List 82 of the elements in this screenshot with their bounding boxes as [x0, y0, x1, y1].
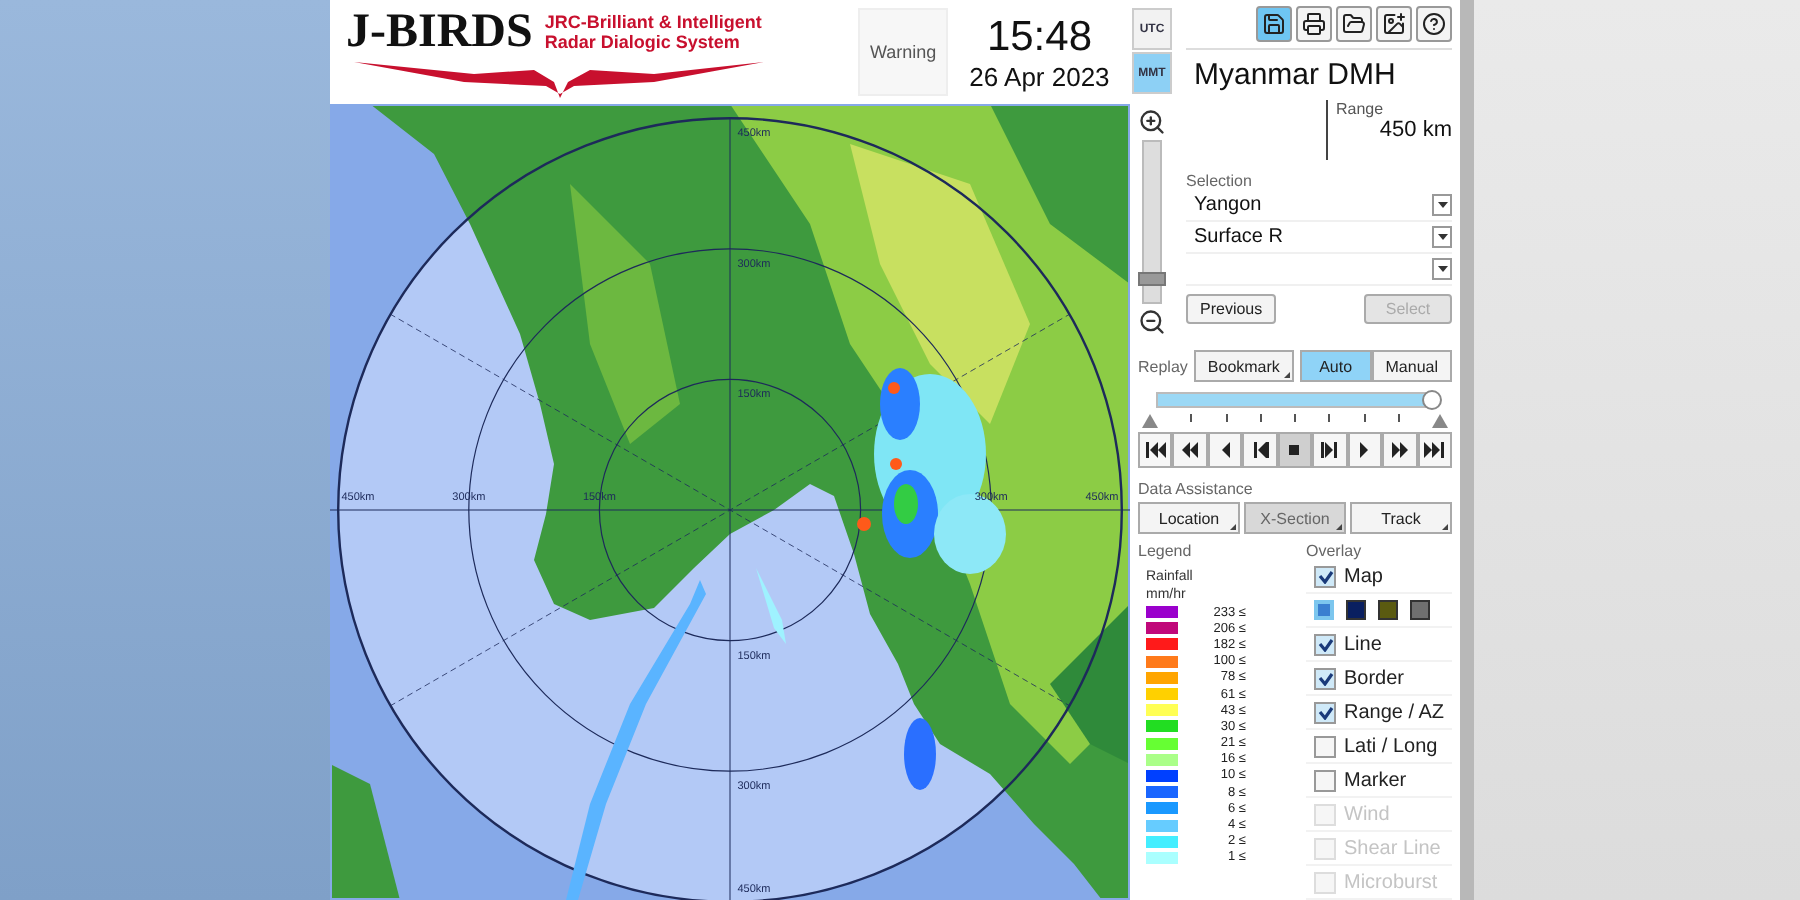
- zoom-in-icon[interactable]: [1138, 108, 1166, 136]
- play-button[interactable]: [1347, 432, 1383, 468]
- caret-icon: [1437, 266, 1447, 272]
- overlay-label: Shear Line: [1344, 837, 1441, 859]
- help-icon: [1422, 12, 1446, 36]
- checkbox[interactable]: [1314, 735, 1336, 757]
- folder-icon: [1342, 12, 1366, 36]
- overlay-label: Border: [1344, 667, 1405, 689]
- station-name: Myanmar DMH: [1192, 56, 1398, 96]
- fast-forward-button[interactable]: [1382, 432, 1417, 468]
- logo-title: J-BIRDS: [346, 6, 533, 58]
- clock-date: 26 Apr 2023: [969, 61, 1110, 91]
- section-label: Overlay: [1306, 542, 1364, 560]
- help-button[interactable]: [1416, 6, 1452, 42]
- timeline-thumb[interactable]: [1422, 390, 1442, 410]
- map-style-swatch[interactable]: [1314, 600, 1334, 620]
- logo-subtitle: Radar Dialogic System: [544, 32, 742, 52]
- folder-button[interactable]: [1336, 6, 1372, 42]
- skip-back-icon: [1145, 440, 1166, 460]
- zoom-out-icon[interactable]: [1138, 308, 1166, 336]
- rewind-icon: [1180, 440, 1201, 460]
- map-style-swatch[interactable]: [1410, 600, 1430, 620]
- check-icon: [1317, 705, 1333, 719]
- map-style-swatch[interactable]: [1378, 600, 1398, 620]
- image-plus-button[interactable]: [1376, 6, 1412, 42]
- clock-time: 15:48: [986, 13, 1093, 61]
- logo-subtitle: JRC-Brilliant & Intelligent: [544, 12, 762, 32]
- assist-button[interactable]: Location: [1138, 502, 1240, 534]
- dropdown[interactable]: Yangon: [1186, 190, 1452, 222]
- stop-icon: [1284, 440, 1305, 460]
- checkbox[interactable]: [1314, 633, 1336, 655]
- skip-forward-icon: [1424, 440, 1445, 460]
- dropdown[interactable]: [1186, 254, 1452, 286]
- bookmark-button[interactable]: Bookmark: [1193, 350, 1294, 382]
- range-value: 450 km: [1377, 118, 1452, 142]
- assist-button[interactable]: Track: [1350, 502, 1452, 534]
- range-label: Range: [1336, 100, 1386, 118]
- section-label: Legend: [1138, 542, 1194, 560]
- section-label: Selection: [1186, 172, 1254, 190]
- checkbox[interactable]: [1314, 667, 1336, 689]
- step-forward-button[interactable]: [1312, 432, 1348, 468]
- checkbox[interactable]: [1314, 701, 1336, 723]
- check-icon: [1317, 671, 1333, 685]
- save-icon: [1262, 12, 1286, 36]
- zoom-thumb[interactable]: [1138, 272, 1166, 287]
- step-back-icon: [1250, 440, 1271, 460]
- check-icon: [1317, 637, 1333, 651]
- section-label: Replay: [1138, 357, 1188, 375]
- check-icon: [1317, 569, 1333, 583]
- image-plus-icon: [1382, 12, 1406, 36]
- save-button[interactable]: [1256, 6, 1292, 42]
- back-button[interactable]: [1207, 432, 1243, 468]
- action-button[interactable]: Previous: [1186, 294, 1277, 324]
- eagle-logo-icon: [354, 58, 764, 98]
- printer-button[interactable]: [1296, 6, 1332, 42]
- map-style-swatch[interactable]: [1346, 600, 1366, 620]
- overlay-label: Microburst: [1344, 871, 1438, 893]
- stop-button[interactable]: [1277, 432, 1313, 468]
- zoom-slider[interactable]: [1142, 140, 1162, 304]
- rewind-button[interactable]: [1172, 432, 1208, 468]
- warning-indicator[interactable]: Warning: [857, 8, 949, 96]
- caret-icon: [1437, 202, 1447, 208]
- fast-forward-icon: [1389, 440, 1410, 460]
- dropdown[interactable]: Surface R: [1186, 222, 1452, 254]
- skip-forward-button[interactable]: [1417, 432, 1452, 468]
- overlay-label: Lati / Long: [1344, 735, 1438, 757]
- step-back-button[interactable]: [1242, 432, 1278, 468]
- section-label: Data Assistance: [1138, 480, 1255, 498]
- overlay-label: Range / AZ: [1344, 701, 1445, 723]
- checkbox[interactable]: [1314, 769, 1336, 791]
- checkbox[interactable]: [1314, 565, 1336, 587]
- step-forward-icon: [1319, 440, 1340, 460]
- printer-icon: [1302, 12, 1326, 36]
- caret-icon: [1437, 234, 1447, 240]
- assist-button[interactable]: X-Section: [1244, 502, 1346, 534]
- mode-toggle[interactable]: Auto: [1299, 350, 1372, 382]
- overlay-label: Marker: [1344, 769, 1407, 791]
- overlay-label: Line: [1344, 633, 1382, 655]
- overlay-label: Map: [1344, 565, 1383, 587]
- mode-toggle[interactable]: Manual: [1371, 350, 1452, 382]
- overlay-label: Wind: [1344, 803, 1390, 825]
- skip-back-button[interactable]: [1138, 432, 1173, 468]
